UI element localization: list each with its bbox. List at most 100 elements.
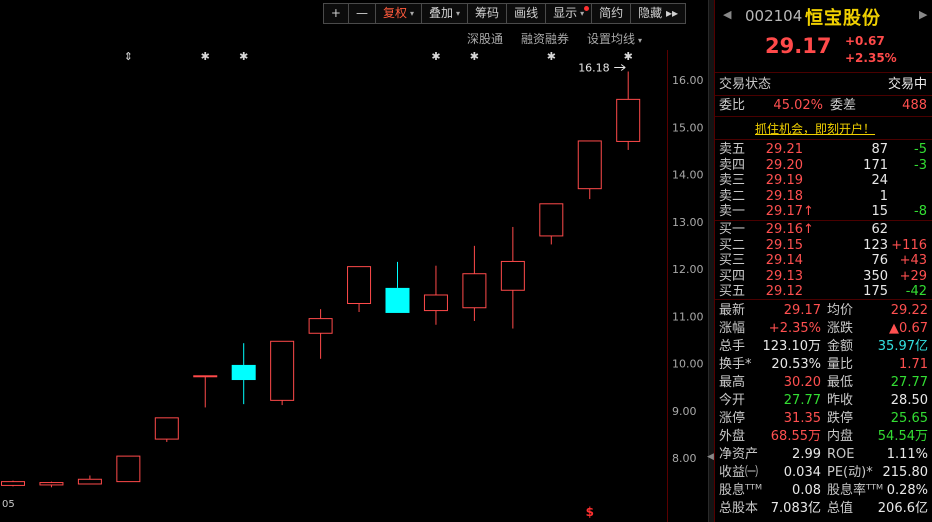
stat-row: 总股本 7.083亿 总值 206.6亿 [715, 500, 932, 517]
candle-body-up [270, 340, 295, 401]
y-tick-label: 10.00 [672, 358, 704, 371]
candle-body-up [77, 478, 102, 485]
level-volume-change: +29 [899, 268, 927, 284]
event-marker-icon: ✱ [239, 50, 248, 63]
simple-button[interactable]: 简约 [591, 3, 632, 24]
stat-value: 27.77 [890, 375, 928, 390]
buy-level-row[interactable]: 买三 29.14 76 +43 [715, 253, 932, 268]
chevron-down-icon: ▾ [410, 9, 415, 18]
stat-label: 外盘 [719, 429, 746, 444]
sell-level-row[interactable]: 卖三 29.19 24 [715, 173, 932, 188]
weibi-label: 委比 [719, 98, 746, 113]
level-label: 卖三 [719, 173, 746, 188]
stat-row: 股息ᵀᵀᴹ 0.08 股息率ᵀᵀᴹ 0.28% [715, 482, 932, 499]
stat-label: 总手 [719, 339, 746, 354]
stat-value: 68.55万 [770, 429, 821, 444]
weibi-row: 委比 45.02% 委差 488 [715, 97, 932, 114]
hide-button[interactable]: 隐藏 ▸▸ [630, 3, 686, 24]
stock-code: 002104 [745, 7, 803, 25]
stat-label: 涨跌 [827, 321, 854, 336]
overlay-button[interactable]: 叠加 ▾ [421, 3, 469, 24]
stat-value: 0.08 [792, 483, 821, 498]
stat-label: 涨幅 [719, 321, 746, 336]
stat-label: 最低 [827, 375, 854, 390]
hide-label: 隐藏 ▸▸ [638, 6, 678, 20]
chart-toolbar: + — 复权 ▾ 叠加 ▾ 筹码 画线 显示 ▾ 简约 隐藏 ▸▸ [322, 3, 686, 24]
display-button[interactable]: 显示 ▾ [545, 3, 593, 24]
stat-label: 总股本 [719, 501, 759, 516]
event-marker-icon: ✱ [431, 50, 440, 63]
stat-label: 收益㈠ [719, 465, 759, 480]
y-tick-label: 14.00 [672, 169, 704, 182]
stat-label: 金额 [827, 339, 854, 354]
buy-level-row[interactable]: 买四 29.13 350 +29 [715, 269, 932, 284]
level-label: 卖五 [719, 142, 746, 157]
level-label: 买四 [719, 268, 746, 284]
level-price: 29.21 [765, 142, 803, 157]
collapse-arrow-icon[interactable]: ◀ [707, 452, 714, 462]
candle-body-up [347, 266, 372, 304]
stat-label: 最高 [719, 375, 746, 390]
zoom-in-button[interactable]: + [322, 3, 349, 24]
shengutong-link[interactable]: 深股通 [467, 30, 503, 47]
level-volume: 15 [871, 204, 888, 219]
stat-value: 54.54万 [877, 429, 928, 444]
kline-chart-area[interactable]: 16.00 15.00 14.00 13.00 12.00 11.00 10.00 9.00 8… [0, 0, 708, 522]
buy-level-row[interactable]: 买五 29.12 175 -42 [715, 284, 932, 299]
weicha-label: 委差 [830, 98, 857, 113]
stat-label: 总值 [827, 501, 854, 516]
sell-level-row[interactable]: 卖五 29.21 87 -5 [715, 142, 932, 157]
divider [715, 116, 932, 117]
level-price: 29.12 [765, 284, 803, 299]
stat-value: ▲0.67 [889, 321, 928, 336]
stat-value: 7.083亿 [770, 501, 821, 516]
level-price: 29.13 [765, 268, 803, 284]
chevron-down-icon: ▾ [637, 36, 642, 45]
level-volume-change: -3 [914, 157, 927, 173]
kline-chart[interactable]: 16.00 15.00 14.00 13.00 12.00 11.00 10.00 9.00 8… [0, 0, 708, 522]
margin-trading-link[interactable]: 融资融券 [521, 30, 569, 47]
level-price: 29.19 [765, 173, 803, 188]
buy-level-row[interactable]: 买二 29.15 123 +116 [715, 238, 932, 253]
stat-row: 涨停 31.35 跌停 25.65 [715, 410, 932, 427]
level-price: 29.17 [765, 204, 803, 219]
y-tick-label: 11.00 [672, 310, 704, 323]
candle-body-up [193, 375, 218, 378]
prev-stock-icon[interactable]: ◀ [723, 8, 731, 21]
chips-button[interactable]: 筹码 [467, 3, 508, 24]
candle-body-up [116, 455, 141, 483]
level-label: 卖二 [719, 188, 746, 204]
buy-level-row[interactable]: 买一 29.16 ↑ 62 [715, 222, 932, 237]
stat-value: 35.97亿 [877, 339, 928, 354]
stat-value: 215.80 [882, 465, 929, 480]
date-label: 05 [2, 499, 15, 510]
fuquan-button[interactable]: 复权 ▾ [374, 3, 423, 24]
stat-value: 206.6亿 [877, 501, 928, 516]
level-volume-change: +43 [899, 253, 927, 268]
sell-level-row[interactable]: 卖四 29.20 171 -3 [715, 158, 932, 173]
stat-row: 涨幅 +2.35% 涨跌 ▲0.67 [715, 320, 932, 337]
stat-value: 0.034 [783, 465, 821, 480]
sell-level-row[interactable]: 卖一 29.17 ↑ 15 -8 [715, 204, 932, 219]
up-arrow-icon: ↑ [803, 222, 814, 237]
display-label: 显示 [553, 6, 578, 20]
level-price: 29.20 [765, 157, 803, 173]
ma-settings-dropdown[interactable]: 设置均线 ▾ [587, 30, 642, 47]
stat-value: +2.35% [768, 321, 821, 336]
level-label: 买二 [719, 237, 746, 253]
zoom-in-label: + [330, 6, 341, 20]
trade-status-row: 交易状态 交易中 [715, 76, 932, 93]
stat-value: 1.71 [899, 357, 928, 372]
zoom-out-button[interactable]: — [347, 3, 376, 24]
open-account-link[interactable]: 抓住机会，即刻开户！ [755, 120, 875, 137]
next-stock-icon[interactable]: ▶ [919, 8, 927, 21]
level-volume: 62 [871, 222, 888, 237]
sell-level-row[interactable]: 卖二 29.18 1 [715, 189, 932, 204]
stat-value: 30.20 [783, 375, 821, 390]
chevron-down-icon: ▾ [580, 9, 585, 18]
price-change: +0.67 [845, 34, 885, 48]
stat-label: 跌停 [827, 411, 854, 426]
candle-body-up [616, 98, 641, 142]
stat-label: 涨停 [719, 411, 746, 426]
draw-line-button[interactable]: 画线 [506, 3, 547, 24]
